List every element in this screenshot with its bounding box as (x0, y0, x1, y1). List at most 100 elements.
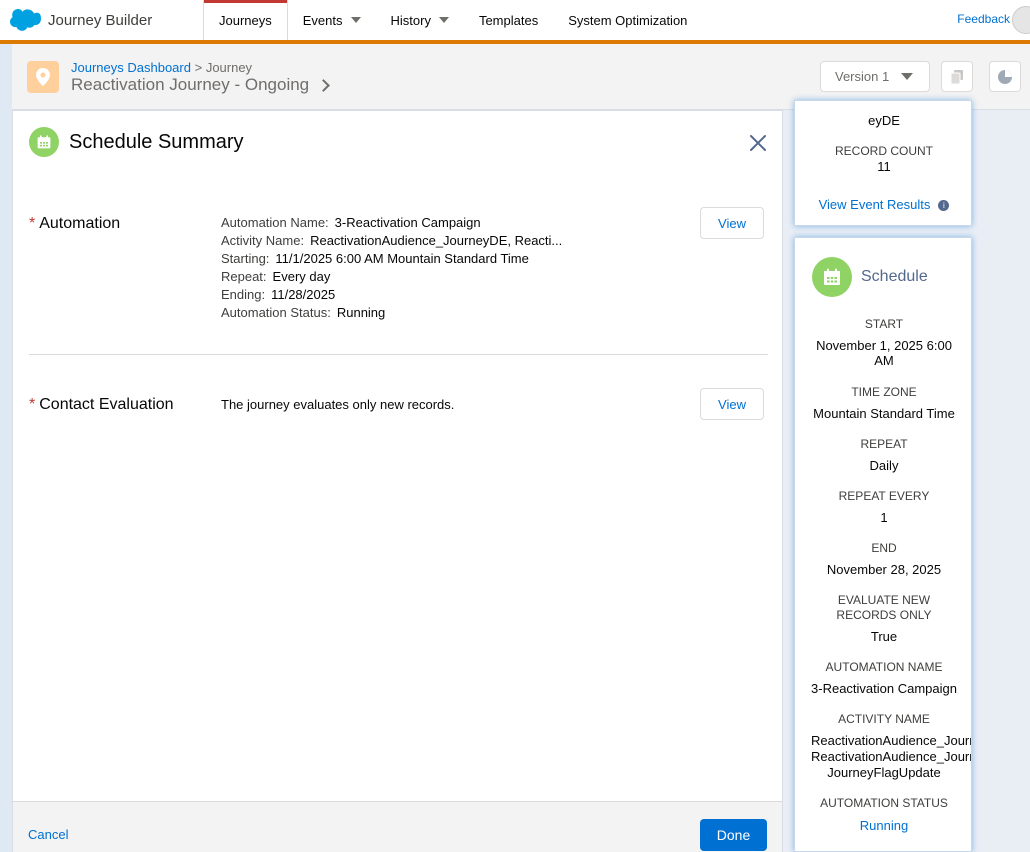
chevron-down-icon (438, 17, 449, 23)
tab-label: History (390, 12, 431, 28)
repeat-value: Daily (869, 458, 899, 473)
detail-row: Ending: 11/28/2025 (221, 286, 562, 304)
end-value: November 28, 2025 (826, 562, 942, 577)
detail-key: Starting: (221, 251, 270, 266)
cancel-button[interactable]: Cancel (28, 827, 68, 842)
chevron-down-icon (350, 17, 361, 23)
detail-value: 3-Reactivation Campaign (334, 215, 481, 230)
breadcrumb-journeys-dashboard[interactable]: Journeys Dashboard (71, 60, 191, 75)
automation-status-label: AUTOMATION STATUS (820, 796, 948, 810)
view-event-results-label: View Event Results (818, 197, 931, 212)
modal-title: Schedule Summary (69, 130, 244, 153)
tab-system-optimization[interactable]: System Optimization (553, 0, 702, 40)
contact-evaluation-section-label: * Contact Evaluation (29, 396, 174, 414)
version-label: Version 1 (835, 69, 890, 84)
schedule-summary-modal: Schedule Summary * Automation Automation … (12, 110, 783, 852)
detail-key: Automation Status: (221, 305, 331, 320)
tab-journeys[interactable]: Journeys (203, 0, 288, 40)
detail-key: Activity Name: (221, 233, 305, 248)
chevron-right-icon (317, 78, 331, 92)
automation-details: Automation Name: 3-Reactivation Campaign … (221, 214, 562, 322)
time-zone-label: TIME ZONE (851, 385, 917, 399)
evaluate-label-line2: RECORDS ONLY (836, 608, 932, 622)
automation-status-value[interactable]: Running (795, 818, 973, 834)
start-label: START (864, 317, 904, 331)
salesforce-cloud-icon (10, 9, 41, 31)
canvas-edge (0, 44, 12, 852)
tab-label: Journeys (219, 12, 272, 28)
calendar-icon (29, 127, 59, 157)
detail-row: Activity Name: ReactivationAudience_Journ… (221, 232, 562, 250)
analytics-button[interactable] (989, 61, 1021, 92)
detail-row: Automation Status: Running (221, 304, 562, 322)
detail-value: 11/28/2025 (271, 287, 336, 302)
view-automation-button[interactable]: View (700, 207, 764, 239)
detail-value: Running (336, 305, 386, 320)
record-count-label: RECORD COUNT (835, 144, 933, 158)
modal-footer: Cancel Done (13, 801, 782, 852)
view-event-results-link[interactable]: View Event Results i (795, 197, 973, 213)
record-count-value: 11 (877, 159, 891, 174)
location-pin-icon (27, 61, 59, 93)
modal-header: Schedule Summary (29, 127, 244, 157)
detail-value: 11/1/2025 6:00 AM Mountain Standard Time (275, 251, 529, 266)
required-marker: * (29, 396, 36, 413)
breadcrumb-separator: > (194, 60, 203, 75)
view-evaluation-button[interactable]: View (700, 388, 764, 420)
activity-name-line3: JourneyFlagUpdate (827, 765, 941, 780)
info-icon[interactable]: i (938, 200, 950, 212)
repeat-every-label: REPEAT EVERY (838, 489, 930, 503)
start-value-line2: AM (874, 353, 894, 368)
calendar-icon (812, 257, 852, 297)
required-marker: * (29, 215, 36, 232)
schedule-card-title: Schedule (861, 268, 928, 285)
event-card: eyDE RECORD COUNT 11 View Event Results i (794, 100, 972, 226)
activity-name-label: ACTIVITY NAME (838, 712, 930, 726)
tab-templates[interactable]: Templates (464, 0, 553, 40)
schedule-card-header: Schedule (812, 257, 928, 297)
automation-section-label: * Automation (29, 215, 120, 233)
event-source-partial: eyDE (868, 113, 900, 128)
tab-label: Events (302, 12, 343, 28)
detail-row: Starting: 11/1/2025 6:00 AM Mountain Stan… (221, 250, 562, 268)
feedback-link[interactable]: Feedback (957, 12, 1010, 26)
evaluate-label-line1: EVALUATE NEW (837, 593, 931, 607)
close-icon[interactable] (749, 134, 767, 152)
journey-title-text: Reactivation Journey - Ongoing (71, 75, 310, 94)
detail-key: Ending: (221, 287, 266, 302)
end-label: END (871, 541, 897, 555)
repeat-every-value: 1 (880, 510, 888, 525)
contact-evaluation-label-text: Contact Evaluation (39, 396, 174, 413)
time-zone-value: Mountain Standard Time (813, 406, 955, 421)
version-dropdown[interactable]: Version 1 (820, 61, 930, 92)
journey-title[interactable]: Reactivation Journey - Ongoing (71, 75, 331, 95)
tab-label: Templates (478, 12, 539, 28)
automation-name-label: AUTOMATION NAME (825, 660, 943, 674)
detail-row: Repeat: Every day (221, 268, 562, 286)
detail-key: Repeat: (221, 269, 267, 284)
automation-label-text: Automation (39, 215, 121, 232)
tab-events[interactable]: Events (288, 0, 376, 40)
breadcrumb-current: Journey (205, 60, 253, 75)
avatar[interactable] (1012, 6, 1030, 34)
app-title: Journey Builder (48, 11, 153, 29)
detail-row: Automation Name: 3-Reactivation Campaign (221, 214, 562, 232)
copy-button[interactable] (941, 61, 973, 92)
done-button[interactable]: Done (700, 819, 767, 851)
pie-chart-icon (998, 69, 1012, 84)
schedule-card[interactable]: Schedule START November 1, 2025 6:00 AM … (794, 237, 972, 852)
breadcrumb: Journeys Dashboard > Journey (71, 60, 252, 75)
activity-name-line2: ReactivationAudience_JourneyDE (811, 749, 971, 764)
caret-down-icon (901, 73, 914, 80)
top-navigation: Journey Builder Journeys Events History … (0, 0, 1030, 40)
detail-key: Automation Name: (221, 215, 329, 230)
copy-icon (950, 69, 963, 84)
section-divider (29, 354, 768, 355)
app-brand[interactable]: Journey Builder (0, 0, 203, 40)
detail-value: Every day (272, 269, 331, 284)
detail-value: ReactivationAudience_JourneyDE, Reacti..… (310, 233, 563, 248)
contact-evaluation-text: The journey evaluates only new records. (221, 397, 455, 412)
tab-history[interactable]: History (376, 0, 464, 40)
activity-name-line1: ReactivationAudience_JourneyDE (811, 733, 971, 748)
repeat-label: REPEAT (860, 437, 908, 451)
